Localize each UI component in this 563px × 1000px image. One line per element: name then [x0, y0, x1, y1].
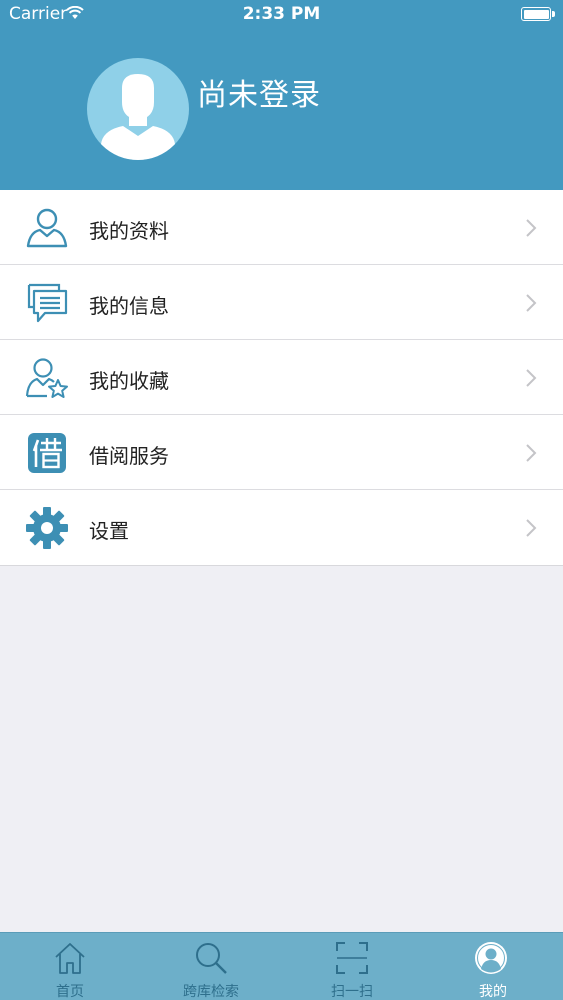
menu-item-settings[interactable]: 设置 [0, 490, 563, 565]
tab-label: 跨库检索 [183, 984, 239, 1000]
menu-item-my-profile[interactable]: 我的资料 [0, 190, 563, 265]
chevron-right-icon [525, 218, 537, 238]
profile-header: Carrier 2:33 PM 尚未登录 [0, 0, 563, 190]
chevron-right-icon [525, 443, 537, 463]
profile-menu: 我的资料 我的信息 我的收藏 借阅服务 设置 [0, 190, 563, 566]
chevron-right-icon [525, 368, 537, 388]
message-icon [25, 281, 69, 325]
user-profile-icon [25, 206, 69, 250]
default-avatar-icon [101, 74, 175, 160]
menu-item-label: 我的信息 [89, 294, 169, 318]
tab-scan[interactable]: 扫一扫 [282, 933, 422, 1000]
profile-icon [474, 941, 508, 975]
menu-item-borrow-service[interactable]: 借阅服务 [0, 415, 563, 490]
menu-item-label: 借阅服务 [89, 444, 169, 468]
login-status-title[interactable]: 尚未登录 [197, 70, 321, 114]
tab-cross-search[interactable]: 跨库检索 [141, 933, 281, 1000]
tab-home[interactable]: 首页 [0, 933, 140, 1000]
tab-label: 扫一扫 [331, 984, 373, 1000]
gear-icon [25, 506, 69, 550]
scan-icon [335, 941, 369, 975]
tab-bar: 首页 跨库检索 扫一扫 我的 [0, 932, 563, 1000]
avatar[interactable] [87, 58, 189, 160]
tab-label: 首页 [56, 984, 84, 1000]
home-icon [53, 941, 87, 975]
tab-mine[interactable]: 我的 [423, 933, 563, 1000]
menu-item-label: 设置 [89, 519, 129, 543]
status-bar: Carrier 2:33 PM [0, 0, 563, 30]
menu-item-label: 我的收藏 [89, 369, 169, 393]
menu-item-label: 我的资料 [89, 219, 169, 243]
status-time: 2:33 PM [242, 4, 321, 24]
search-icon [194, 941, 228, 975]
user-star-icon [25, 356, 69, 400]
tab-label: 我的 [479, 984, 507, 1000]
borrow-icon [25, 431, 69, 475]
menu-item-my-favorites[interactable]: 我的收藏 [0, 340, 563, 415]
battery-icon [521, 7, 555, 21]
chevron-right-icon [525, 518, 537, 538]
chevron-right-icon [525, 293, 537, 313]
menu-item-my-messages[interactable]: 我的信息 [0, 265, 563, 340]
